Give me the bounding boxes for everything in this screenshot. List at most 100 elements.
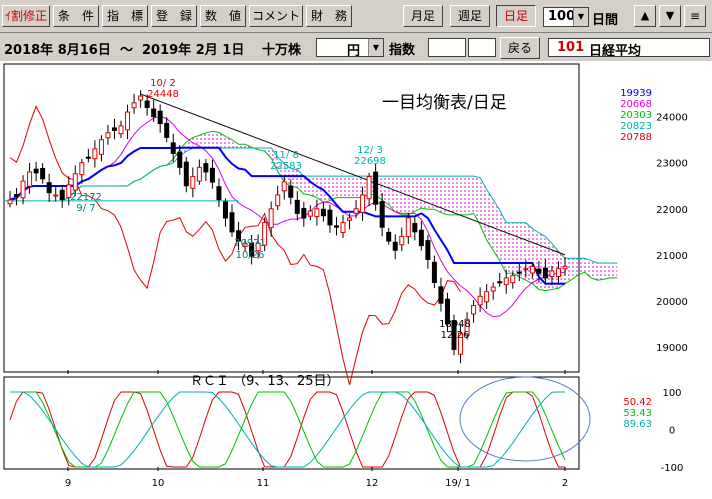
volume-unit-label: 十万株	[262, 43, 302, 58]
candle-body	[190, 176, 196, 189]
conditions-button[interactable]: 条 件	[53, 5, 99, 27]
candle-body	[405, 217, 411, 238]
candle-body	[72, 173, 78, 191]
candle-body	[412, 222, 418, 233]
x-tick-label: 11	[257, 478, 270, 489]
range-tilde: 〜	[120, 43, 134, 58]
chart-title: 一目均衡表/日足	[382, 93, 507, 113]
candle-body	[542, 267, 548, 279]
symbol-name: 日経平均	[589, 44, 642, 59]
candle-body	[399, 235, 405, 246]
rci-legend-value: 89.63	[623, 419, 652, 430]
annotation-label: 22583	[270, 161, 302, 172]
candle-body	[320, 208, 326, 217]
candle-body	[555, 268, 561, 277]
candle-body	[497, 281, 503, 284]
financials-button[interactable]: 財 務	[306, 5, 352, 27]
symbol-field[interactable]: 101 日経平均	[548, 38, 710, 59]
candle-body	[510, 275, 516, 284]
annotation-label: 20971	[234, 238, 266, 249]
candle-body	[151, 108, 157, 118]
scroll-down-button[interactable]: ▼	[659, 5, 681, 27]
rci-tick-label: 0	[669, 426, 675, 437]
candle-body	[438, 286, 444, 304]
candle-body	[301, 207, 307, 219]
candle-body	[281, 181, 287, 192]
y-tick-label: 22000	[656, 205, 688, 216]
candle-body	[7, 199, 13, 205]
candle-body	[523, 268, 529, 271]
bar-count-value: 100	[548, 9, 576, 24]
legend-value: 20668	[620, 99, 652, 110]
candle-body	[216, 186, 222, 201]
candle-body	[418, 229, 424, 247]
candle-body	[490, 286, 496, 292]
start-date[interactable]: 2018年 8月16日	[4, 39, 111, 58]
rci-tick-label: -100	[661, 463, 684, 474]
scroll-up-button[interactable]: ▲	[634, 5, 656, 27]
values-button[interactable]: 数 値	[200, 5, 246, 27]
candle-body	[118, 125, 124, 135]
candle-body	[177, 151, 183, 168]
candle-body	[314, 208, 320, 217]
annotation-label: 18948	[439, 319, 471, 330]
candle-body	[294, 199, 300, 214]
rci-legend-value: 50.42	[623, 397, 652, 408]
candle-body	[503, 277, 509, 286]
x-tick-label: 19/ 1	[445, 478, 471, 489]
end-date[interactable]: 2019年 2月 1日	[142, 39, 244, 58]
weekly-button[interactable]: 週足	[450, 5, 490, 27]
y-tick-label: 21000	[656, 251, 688, 262]
candle-body	[209, 167, 215, 183]
monthly-button[interactable]: 月足	[403, 5, 443, 27]
chart-area: 一目均衡表/日足 ＲＣＩ （9、13、25日） 19000 20000 21000 2…	[0, 62, 712, 495]
candle-body	[138, 95, 144, 101]
candle-body	[59, 189, 65, 201]
candle-body	[20, 180, 26, 199]
candle-body	[471, 305, 477, 315]
annotation-label: 12/26	[441, 330, 470, 341]
register-button[interactable]: 登 録	[151, 5, 197, 27]
candle-body	[425, 240, 431, 260]
candle-body	[46, 182, 52, 194]
range-bar: 2018年 8月16日 〜 2019年 2月 1日 十万株 円 ▼ 指数 戻る …	[0, 33, 712, 61]
annotation-label: 10/26	[236, 250, 265, 261]
candle-body	[92, 148, 98, 160]
annotation-label: 12/ 3	[357, 145, 383, 156]
candle-body	[14, 194, 20, 197]
candle-body	[157, 110, 163, 125]
split-adjust-button[interactable]: ｲ割修正	[2, 5, 50, 27]
candle-body	[288, 185, 294, 198]
chart-svg: 一目均衡表/日足 ＲＣＩ （9、13、25日） 1900020000210002…	[3, 63, 688, 489]
comment-button[interactable]: コメント	[249, 5, 303, 27]
annotation-label: 22172	[70, 192, 102, 203]
candle-body	[27, 171, 33, 187]
bar-unit-label: 日間	[592, 13, 619, 28]
index-field-1[interactable]	[428, 38, 466, 57]
annotation-label: 22698	[354, 156, 386, 167]
menu-button[interactable]: ≡	[684, 5, 706, 27]
back-button[interactable]: 戻る	[500, 37, 540, 59]
chevron-down-icon: ▼	[368, 39, 383, 56]
chevron-down-icon: ▼	[573, 8, 588, 26]
indicators-button[interactable]: 指 標	[102, 5, 148, 27]
legend-value: 20788	[620, 132, 652, 143]
currency-select[interactable]: 円 ▼	[316, 38, 384, 59]
candle-body	[386, 231, 392, 242]
candle-body	[144, 100, 150, 108]
candle-body	[53, 194, 59, 197]
candle-body	[516, 271, 522, 274]
candle-body	[275, 194, 281, 207]
rci-tick-label: 100	[662, 388, 681, 399]
candle-body	[125, 111, 131, 131]
daily-button[interactable]: 日足	[496, 5, 536, 27]
legend-value: 20823	[620, 121, 652, 132]
index-field-2[interactable]	[468, 38, 496, 57]
candle-body	[85, 156, 91, 159]
candle-body	[222, 201, 228, 219]
candle-body	[105, 132, 111, 139]
candle-body	[333, 225, 339, 228]
candle-body	[307, 210, 313, 217]
bar-count-select[interactable]: 100 ▼	[543, 7, 589, 27]
y-tick-label: 20000	[656, 297, 688, 308]
